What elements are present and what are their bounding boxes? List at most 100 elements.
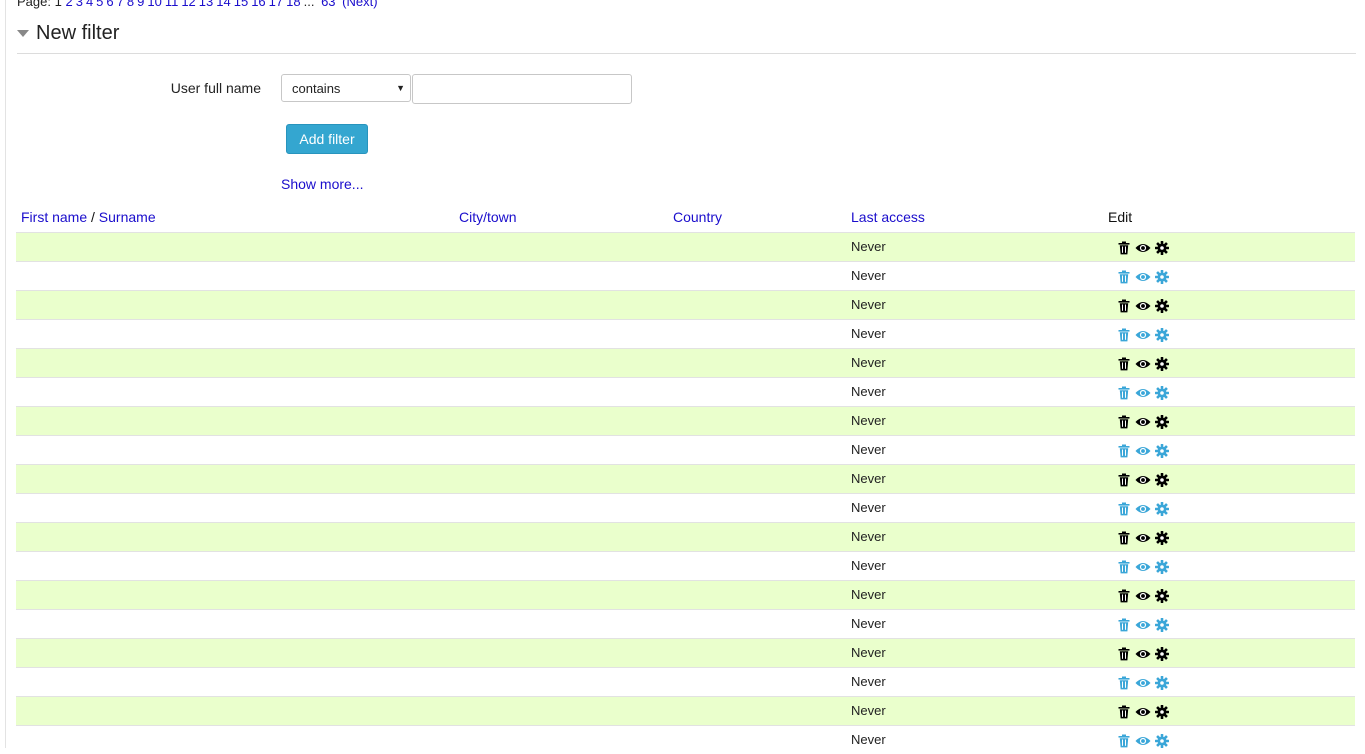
- gear-icon[interactable]: [1155, 676, 1169, 690]
- gear-icon[interactable]: [1155, 618, 1169, 632]
- eye-icon[interactable]: [1135, 473, 1151, 487]
- trash-icon[interactable]: [1117, 328, 1131, 342]
- trash-icon[interactable]: [1117, 502, 1131, 516]
- pager-page-link[interactable]: 13: [199, 0, 213, 9]
- gear-icon[interactable]: [1155, 415, 1169, 429]
- eye-icon[interactable]: [1135, 270, 1151, 284]
- gear-icon[interactable]: [1155, 502, 1169, 516]
- new-filter-header[interactable]: New filter: [17, 20, 1356, 54]
- gear-icon[interactable]: [1155, 386, 1169, 400]
- trash-icon[interactable]: [1117, 357, 1131, 371]
- eye-icon[interactable]: [1135, 705, 1151, 719]
- pager-page-link[interactable]: 11: [165, 0, 179, 9]
- trash-icon[interactable]: [1117, 647, 1131, 661]
- gear-icon[interactable]: [1155, 589, 1169, 603]
- edit-actions: [1117, 530, 1173, 546]
- header-name: First name / Surname: [21, 209, 156, 225]
- pager-page-link[interactable]: 6: [106, 0, 113, 9]
- sort-country-link[interactable]: Country: [673, 209, 722, 225]
- trash-icon[interactable]: [1117, 618, 1131, 632]
- pager-page-link[interactable]: 8: [127, 0, 134, 9]
- eye-icon[interactable]: [1135, 357, 1151, 371]
- eye-icon[interactable]: [1135, 502, 1151, 516]
- pager-page-link[interactable]: 18: [286, 0, 300, 9]
- gear-icon[interactable]: [1155, 705, 1169, 719]
- pager-page-link[interactable]: 17: [269, 0, 283, 9]
- pager-page-link[interactable]: 15: [234, 0, 248, 9]
- last-access-cell: Never: [851, 384, 886, 399]
- pager-page-link[interactable]: 12: [181, 0, 195, 9]
- eye-icon[interactable]: [1135, 328, 1151, 342]
- add-filter-button[interactable]: Add filter: [286, 124, 368, 154]
- trash-icon[interactable]: [1117, 386, 1131, 400]
- pager-ellipsis: ...: [303, 0, 315, 9]
- eye-icon[interactable]: [1135, 618, 1151, 632]
- eye-icon[interactable]: [1135, 676, 1151, 690]
- table-row: Never: [16, 667, 1355, 696]
- eye-icon[interactable]: [1135, 734, 1151, 748]
- left-border: [5, 0, 6, 748]
- pager-page-link[interactable]: 7: [117, 0, 124, 9]
- eye-icon[interactable]: [1135, 386, 1151, 400]
- gear-icon[interactable]: [1155, 531, 1169, 545]
- gear-icon[interactable]: [1155, 328, 1169, 342]
- trash-icon[interactable]: [1117, 473, 1131, 487]
- gear-icon[interactable]: [1155, 647, 1169, 661]
- trash-icon[interactable]: [1117, 415, 1131, 429]
- trash-icon[interactable]: [1117, 531, 1131, 545]
- last-access-cell: Never: [851, 297, 886, 312]
- pager-page-link[interactable]: 2: [65, 0, 72, 9]
- gear-icon[interactable]: [1155, 299, 1169, 313]
- gear-icon[interactable]: [1155, 357, 1169, 371]
- pager-page-link[interactable]: 14: [216, 0, 230, 9]
- last-access-cell: Never: [851, 558, 886, 573]
- collapse-caret-icon[interactable]: [17, 30, 29, 37]
- user-full-name-input[interactable]: [412, 74, 632, 104]
- pager-last-link[interactable]: 63: [321, 0, 335, 9]
- last-access-cell: Never: [851, 645, 886, 660]
- pager-page-link[interactable]: 3: [76, 0, 83, 9]
- last-access-cell: Never: [851, 616, 886, 631]
- operator-select[interactable]: contains ▼: [281, 74, 411, 102]
- eye-icon[interactable]: [1135, 589, 1151, 603]
- gear-icon[interactable]: [1155, 270, 1169, 284]
- eye-icon[interactable]: [1135, 415, 1151, 429]
- eye-icon[interactable]: [1135, 444, 1151, 458]
- eye-icon[interactable]: [1135, 299, 1151, 313]
- table-row: Never: [16, 377, 1355, 406]
- show-more-link[interactable]: Show more...: [281, 176, 363, 192]
- edit-actions: [1117, 443, 1173, 459]
- trash-icon[interactable]: [1117, 560, 1131, 574]
- last-access-cell: Never: [851, 326, 886, 341]
- trash-icon[interactable]: [1117, 589, 1131, 603]
- sort-first-name-link[interactable]: First name: [21, 209, 87, 225]
- sort-last-access-link[interactable]: Last access: [851, 209, 925, 225]
- trash-icon[interactable]: [1117, 676, 1131, 690]
- table-row: Never: [16, 493, 1355, 522]
- eye-icon[interactable]: [1135, 241, 1151, 255]
- eye-icon[interactable]: [1135, 560, 1151, 574]
- last-access-cell: Never: [851, 703, 886, 718]
- gear-icon[interactable]: [1155, 560, 1169, 574]
- trash-icon[interactable]: [1117, 734, 1131, 748]
- sort-city-link[interactable]: City/town: [459, 209, 517, 225]
- pager-page-link[interactable]: 9: [137, 0, 144, 9]
- pager-next-link[interactable]: (Next): [342, 0, 377, 9]
- trash-icon[interactable]: [1117, 444, 1131, 458]
- trash-icon[interactable]: [1117, 241, 1131, 255]
- trash-icon[interactable]: [1117, 299, 1131, 313]
- pager-page-link[interactable]: 10: [147, 0, 161, 9]
- gear-icon[interactable]: [1155, 444, 1169, 458]
- trash-icon[interactable]: [1117, 270, 1131, 284]
- pager-page-link[interactable]: 4: [86, 0, 93, 9]
- last-access-cell: Never: [851, 500, 886, 515]
- gear-icon[interactable]: [1155, 473, 1169, 487]
- eye-icon[interactable]: [1135, 647, 1151, 661]
- sort-surname-link[interactable]: Surname: [99, 209, 156, 225]
- pager-page-link[interactable]: 5: [96, 0, 103, 9]
- pager-page-link[interactable]: 16: [251, 0, 265, 9]
- gear-icon[interactable]: [1155, 734, 1169, 748]
- gear-icon[interactable]: [1155, 241, 1169, 255]
- trash-icon[interactable]: [1117, 705, 1131, 719]
- eye-icon[interactable]: [1135, 531, 1151, 545]
